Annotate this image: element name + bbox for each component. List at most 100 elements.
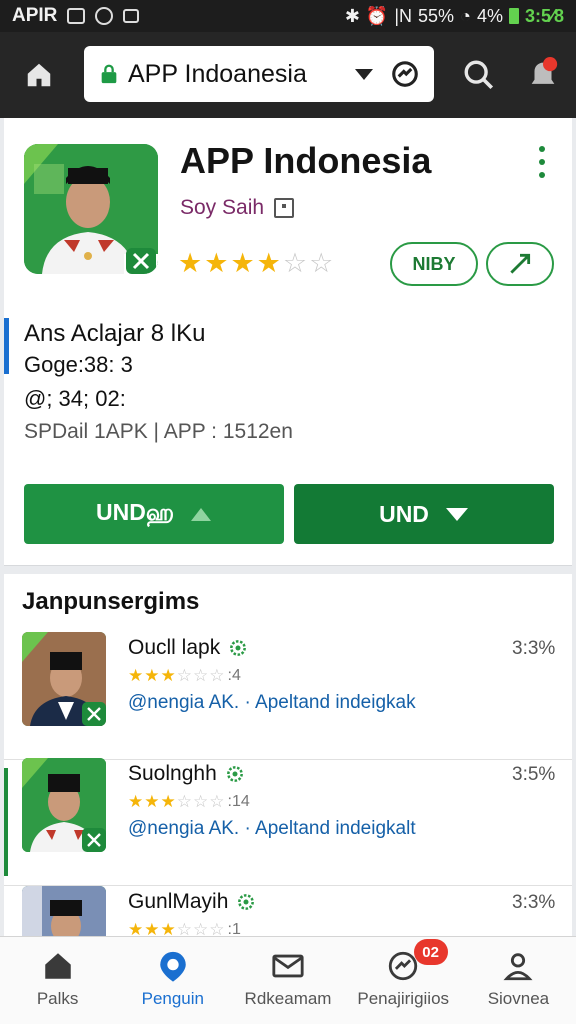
carrier-text: APIR	[12, 5, 58, 26]
info-accent-bar	[4, 318, 9, 374]
developer-name: Soy Saih	[180, 196, 265, 219]
nav-item-profile[interactable]: Siovnea	[461, 937, 576, 1024]
list-item-subtitle[interactable]: @nengia AK. · Apeltand indeigkalt	[128, 818, 416, 840]
external-link-icon	[274, 198, 295, 218]
list-item-title: Suolnghh	[128, 762, 217, 785]
list-item[interactable]: Oucll lapk ★ ★ ★ ☆ ☆ ☆:4 @nengia AK. · Apelta…	[4, 632, 572, 760]
download-button-label: UNDஹ	[95, 499, 175, 525]
sync-icon[interactable]	[390, 59, 420, 89]
star-filled-icon: ★	[160, 792, 176, 811]
nav-label: Penajirigiios	[357, 989, 450, 1008]
triangle-up-icon	[191, 508, 212, 521]
share-button[interactable]	[486, 242, 554, 286]
search-button[interactable]	[462, 58, 496, 92]
chevron-down-icon[interactable]	[352, 62, 376, 86]
app-icon-graphic	[24, 144, 158, 274]
nav-label: Penguin	[141, 989, 204, 1008]
star-filled-icon: ★	[230, 248, 255, 278]
rating-count: :14	[227, 793, 250, 810]
install-button-label: UND	[379, 500, 429, 527]
rating-stars: ★ ★ ★ ★ ☆ ☆	[178, 250, 333, 277]
list-item-rating: ★ ★ ★ ☆ ☆ ☆:14	[128, 792, 250, 812]
download-button[interactable]: UNDஹ	[24, 484, 284, 544]
niby-button[interactable]: NIBY	[390, 242, 478, 286]
info-title: Ans Aclajar 8 lKu	[24, 320, 206, 347]
status-bar: APIR ✱ ⏰ |N 55% ◔ 4% 3:5⁄8	[0, 0, 576, 32]
list-item-name: GunlMayih	[128, 890, 256, 914]
star-empty-icon: ☆	[209, 792, 225, 811]
list-item[interactable]: Suolnghh ★ ★ ★ ☆ ☆ ☆:14 @nengia AK. · Apeltan…	[4, 758, 572, 886]
niby-label: NIBY	[412, 253, 456, 274]
sync-status-icon	[95, 7, 114, 25]
star-empty-icon: ☆	[176, 792, 192, 811]
gear-icon	[230, 640, 247, 656]
screenshot-icon	[67, 8, 86, 24]
url-bar[interactable]: APP Indoanesia	[84, 46, 434, 102]
rating-count: :4	[227, 667, 241, 684]
nav-item-penguin[interactable]: Penguin	[115, 937, 230, 1024]
list-item-name: Oucll lapk	[128, 636, 248, 660]
star-empty-icon: ☆	[282, 248, 308, 278]
list-item-size: 3:3%	[512, 638, 556, 659]
nav-item-updates[interactable]: 02 Penajirigiios	[346, 937, 461, 1024]
mail-icon	[272, 954, 304, 978]
star-filled-icon: ★	[160, 666, 176, 685]
home-icon	[44, 953, 71, 979]
info-line-2: @; 34; 02:	[24, 386, 126, 411]
list-item-title: GunlMayih	[128, 890, 229, 913]
url-text: APP Indoanesia	[128, 59, 307, 88]
install-button[interactable]: UND	[294, 484, 554, 544]
nav-label: Siovnea	[487, 989, 550, 1008]
star-filled-icon: ★	[178, 248, 203, 278]
clock-text: 3:5⁄8	[524, 5, 564, 26]
star-empty-icon: ☆	[193, 666, 209, 685]
notification-button[interactable]	[526, 54, 560, 94]
home-icon	[27, 63, 51, 87]
list-item-title: Oucll lapk	[128, 636, 221, 659]
list-item-subtitle[interactable]: @nengia AK. · Apeltand indeigkak	[128, 692, 416, 714]
alarm-icon: ⏰	[365, 5, 389, 26]
bottom-navigation: Palks Penguin Rdkeamam 02 Penajirigiios …	[0, 936, 576, 1024]
location-icon	[160, 951, 186, 982]
developer-row[interactable]: Soy Saih	[180, 196, 295, 220]
related-apps-card: Janpunsergims Oucll lapk ★ ★ ★ ☆ ☆ ☆:4 @nengi…	[4, 574, 572, 944]
info-line-1: Goge:38: 3	[24, 352, 133, 377]
gear-icon	[226, 766, 243, 782]
search-icon	[464, 60, 494, 90]
app-detail-card: APP Indonesia Soy Saih ★ ★ ★ ★ ☆ ☆ NIBY Ans A…	[4, 118, 572, 566]
star-filled-icon: ★	[128, 666, 144, 685]
app-bar: APP Indoanesia	[0, 32, 576, 118]
star-filled-icon: ★	[256, 248, 281, 278]
app-thumbnail	[22, 632, 106, 726]
signal-text: 55%	[418, 5, 455, 26]
gear-icon	[238, 894, 255, 910]
chevron-down-icon	[445, 508, 468, 521]
media-icon	[123, 9, 140, 23]
list-item-name: Suolnghh	[128, 762, 245, 786]
bluetooth-icon: ✱	[344, 5, 360, 26]
star-filled-icon: ★	[144, 792, 160, 811]
notification-badge: 02	[413, 939, 448, 965]
star-empty-icon: ☆	[176, 666, 192, 685]
nav-item-home[interactable]: Palks	[0, 937, 115, 1024]
person-icon	[503, 953, 533, 981]
nav-label: Palks	[36, 989, 79, 1008]
star-empty-icon: ☆	[193, 792, 209, 811]
info-line-3: SPDail 1APK | APP : 1512en	[24, 420, 293, 443]
share-arrow-icon	[510, 253, 531, 274]
wifi-icon: ◔	[460, 5, 471, 26]
star-empty-icon: ☆	[309, 248, 334, 278]
list-title: Janpunsergims	[22, 588, 200, 615]
app-title: APP Indonesia	[180, 140, 432, 181]
star-filled-icon: ★	[204, 248, 229, 278]
star-filled-icon: ★	[144, 666, 160, 685]
bell-icon	[531, 57, 558, 84]
list-item-size: 3:3%	[512, 892, 556, 913]
nav-item-mail[interactable]: Rdkeamam	[230, 937, 345, 1024]
list-item-size: 3:5%	[512, 764, 556, 785]
home-button[interactable]	[22, 58, 56, 92]
battery-text: 4%	[476, 5, 503, 26]
battery-icon	[508, 8, 519, 24]
more-options-icon[interactable]	[534, 146, 550, 178]
lock-icon	[101, 64, 117, 84]
